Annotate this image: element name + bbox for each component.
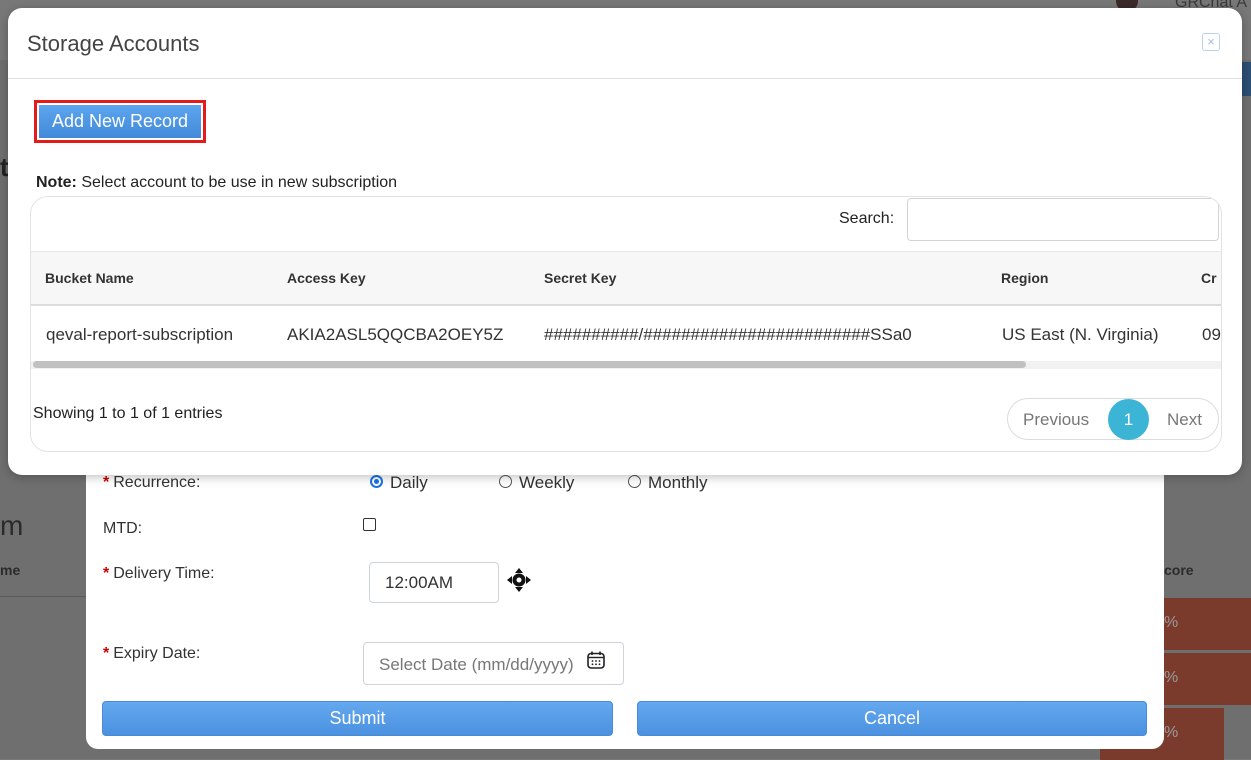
cell-created: 09 <box>1202 325 1221 344</box>
radio-label: Monthly <box>648 473 708 492</box>
required-marker: * <box>103 474 110 491</box>
cell-region: US East (N. Virginia) <box>1002 325 1159 344</box>
add-new-record-label: Add New Record <box>39 105 201 138</box>
page-1-button[interactable]: 1 <box>1108 399 1149 440</box>
recurrence-daily-radio[interactable]: Daily <box>370 473 428 493</box>
background-section-heading: m <box>0 510 24 541</box>
radio-unselected-icon <box>628 474 641 488</box>
note-text: Note: Select account to be use in new su… <box>36 174 397 192</box>
search-input[interactable] <box>907 198 1219 241</box>
score-value: % <box>1164 724 1179 741</box>
search-label: Search: <box>839 210 895 227</box>
mtd-label: MTD: <box>103 520 143 537</box>
entries-info: Showing 1 to 1 of 1 entries <box>33 405 223 422</box>
scrollbar-thumb[interactable] <box>33 361 1026 368</box>
move-arrows-icon[interactable] <box>506 567 532 593</box>
previous-page-button[interactable]: Previous <box>1023 410 1089 430</box>
column-secret-key[interactable]: Secret Key <box>544 270 616 286</box>
subscription-form: * Recurrence: Daily Weekly Monthly MTD: *… <box>86 440 1164 749</box>
expiry-date-placeholder: Select Date (mm/dd/yyyy) <box>379 655 574 674</box>
column-region[interactable]: Region <box>1001 270 1048 286</box>
modal-title: Storage Accounts <box>27 31 200 56</box>
delivery-time-label: * Delivery Time: <box>103 565 215 583</box>
calendar-icon[interactable] <box>586 650 606 670</box>
column-created[interactable]: Cr <box>1201 270 1217 286</box>
radio-label: Daily <box>390 473 428 492</box>
note-bold: Note: <box>36 174 77 191</box>
required-marker: * <box>103 645 110 662</box>
table-row[interactable]: qeval-report-subscription AKIA2ASL5QQCBA… <box>31 305 1221 363</box>
score-value: % <box>1164 614 1179 631</box>
score-value: % <box>1164 669 1179 686</box>
column-access-key[interactable]: Access Key <box>287 270 366 286</box>
recurrence-label: * Recurrence: <box>103 474 200 492</box>
table-header: Bucket Name Access Key Secret Key Region… <box>31 251 1221 306</box>
horizontal-scrollbar[interactable] <box>31 361 1221 369</box>
background-score-header: core <box>1164 562 1194 578</box>
cancel-button[interactable]: Cancel <box>637 701 1147 736</box>
close-icon[interactable]: × <box>1202 33 1220 51</box>
cell-bucket-name: qeval-report-subscription <box>46 325 234 344</box>
cell-secret-key: ##########/########################SSa0 <box>544 325 912 344</box>
recurrence-monthly-radio[interactable]: Monthly <box>628 473 708 493</box>
submit-button[interactable]: Submit <box>102 701 613 736</box>
next-page-button[interactable]: Next <box>1167 410 1202 430</box>
note-body: Select account to be use in new subscrip… <box>76 174 398 191</box>
expiry-date-input[interactable]: Select Date (mm/dd/yyyy) <box>363 642 624 685</box>
recurrence-weekly-radio[interactable]: Weekly <box>499 473 574 493</box>
expiry-date-label: * Expiry Date: <box>103 645 200 663</box>
mtd-checkbox[interactable] <box>363 518 376 531</box>
cell-access-key: AKIA2ASL5QQCBA2OEY5Z <box>287 325 504 344</box>
background-column-header: me <box>0 562 21 578</box>
column-bucket-name[interactable]: Bucket Name <box>45 270 134 286</box>
delivery-time-label-text: Delivery Time: <box>113 565 215 582</box>
radio-selected-icon <box>370 474 383 488</box>
recurrence-label-text: Recurrence: <box>113 474 201 491</box>
storage-accounts-modal: Storage Accounts × Add New Record Note: … <box>8 8 1242 475</box>
delivery-time-input[interactable]: 12:00AM <box>369 562 499 603</box>
radio-label: Weekly <box>519 473 575 492</box>
add-new-record-button[interactable]: Add New Record <box>34 100 206 143</box>
required-marker: * <box>103 565 110 582</box>
accounts-table-container: Search: Bucket Name Access Key Secret Ke… <box>30 196 1222 452</box>
pagination: Previous 1 Next <box>1007 398 1219 440</box>
expiry-date-label-text: Expiry Date: <box>113 645 201 662</box>
modal-header: Storage Accounts × <box>8 8 1242 79</box>
background-divider <box>0 596 90 597</box>
radio-unselected-icon <box>499 474 512 488</box>
